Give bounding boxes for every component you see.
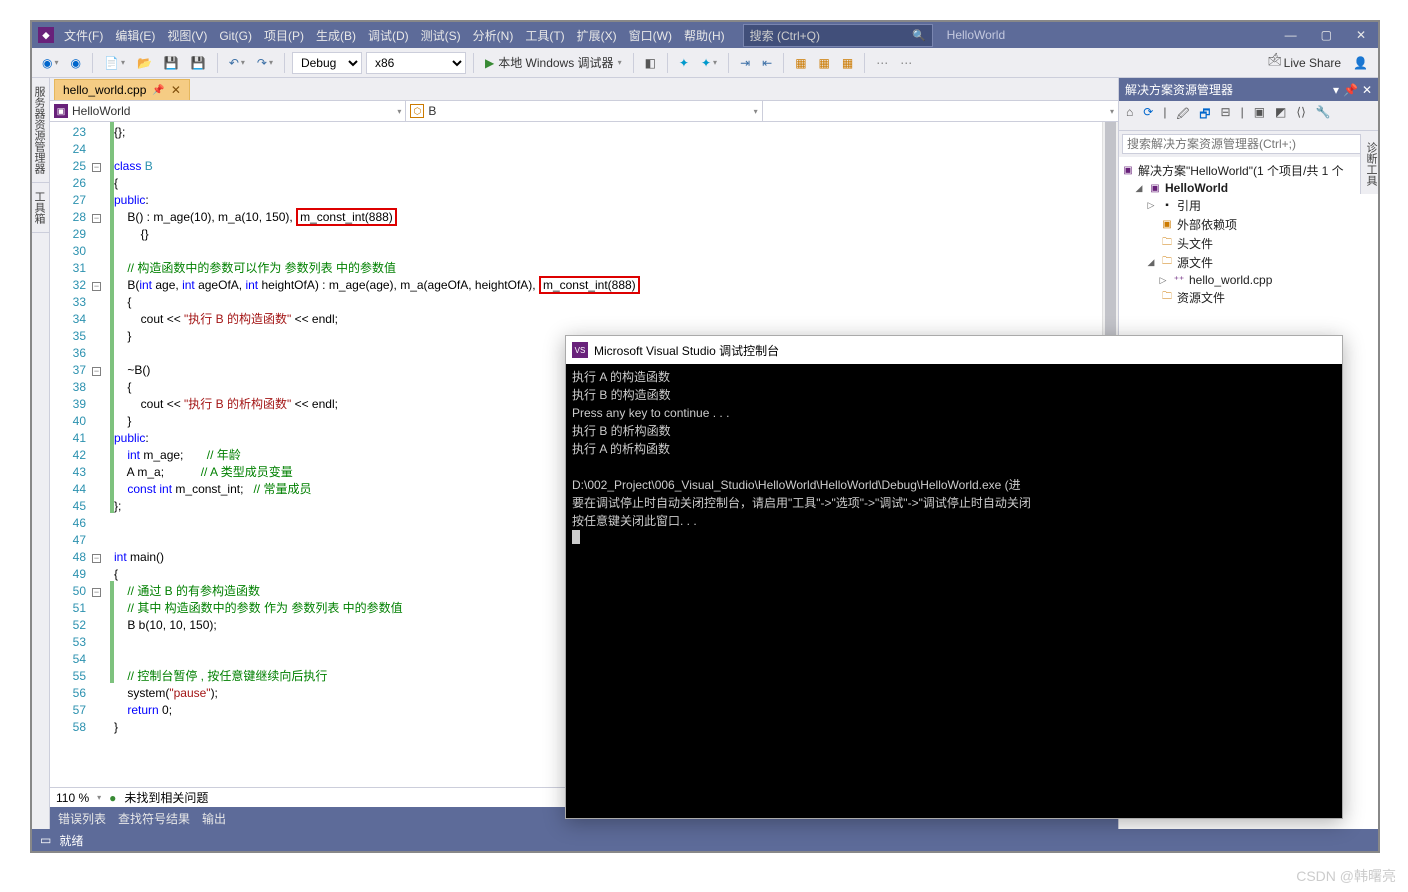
tb-e[interactable]: ◩ bbox=[1272, 104, 1289, 127]
tb-a[interactable]: 🖉 bbox=[1173, 104, 1192, 127]
tree-cpp-file[interactable]: ▷⁺⁺hello_world.cpp bbox=[1121, 272, 1376, 288]
search-icon: 🔍 bbox=[912, 29, 926, 42]
zoom-level[interactable]: 110 % bbox=[56, 791, 89, 805]
menu-item[interactable]: 生成(B) bbox=[310, 29, 362, 43]
side-tab[interactable]: 工具箱 bbox=[32, 183, 49, 233]
run-debugger-button[interactable]: ▶本地 Windows 调试器▾ bbox=[481, 52, 626, 73]
nav-fwd-button[interactable]: ◉ bbox=[67, 54, 85, 72]
console-output: 执行 A 的构造函数执行 B 的构造函数Press any key to con… bbox=[566, 364, 1342, 553]
console-title: Microsoft Visual Studio 调试控制台 bbox=[594, 342, 779, 359]
tb-icon-10[interactable]: ⋯ bbox=[896, 54, 916, 72]
menu-item[interactable]: 视图(V) bbox=[161, 29, 213, 43]
quick-search-box[interactable]: 搜索 (Ctrl+Q) 🔍 bbox=[743, 24, 933, 47]
tree-resources[interactable]: 🗀资源文件 bbox=[1121, 288, 1376, 307]
config-select[interactable]: Debug bbox=[292, 52, 362, 74]
tb-icon-5[interactable]: ⇤ bbox=[758, 54, 776, 72]
tb-icon-6[interactable]: ▦ bbox=[791, 54, 810, 72]
menu-item[interactable]: 扩展(X) bbox=[571, 29, 623, 43]
bottom-tab[interactable]: 输出 bbox=[202, 810, 226, 827]
new-project-button[interactable]: 📄▾ bbox=[100, 54, 129, 72]
tree-ext[interactable]: ▣外部依赖项 bbox=[1121, 215, 1376, 234]
menu-item[interactable]: Git(G) bbox=[213, 29, 258, 43]
side-tab[interactable]: 服务器资源管理器 bbox=[32, 78, 49, 183]
sync-icon[interactable]: ⟳ bbox=[1140, 104, 1156, 127]
solution-root[interactable]: ▣解决方案"HelloWorld"(1 个项目/共 1 个 bbox=[1121, 161, 1376, 180]
diag-tools-tab[interactable]: 诊断工具 bbox=[1361, 134, 1381, 194]
issues-ok-icon: ● bbox=[109, 791, 116, 805]
tree-ref[interactable]: ▷▪引用 bbox=[1121, 196, 1376, 215]
nav-class[interactable]: ⬡B▾ bbox=[406, 101, 762, 121]
nav-back-button[interactable]: ◉▾ bbox=[38, 54, 63, 72]
status-icon: ▭ bbox=[40, 833, 51, 847]
menu-item[interactable]: 分析(N) bbox=[467, 29, 520, 43]
menu-item[interactable]: 调试(D) bbox=[362, 29, 415, 43]
tb-icon-3[interactable]: ✦▾ bbox=[697, 54, 721, 72]
console-icon: VS bbox=[572, 342, 588, 358]
bottom-tab[interactable]: 查找符号结果 bbox=[118, 810, 190, 827]
maximize-button[interactable]: ▢ bbox=[1315, 26, 1338, 44]
minimize-button[interactable]: — bbox=[1279, 26, 1303, 44]
menu-item[interactable]: 编辑(E) bbox=[109, 29, 161, 43]
project-node[interactable]: ◢▣HelloWorld bbox=[1121, 180, 1376, 196]
tb-d[interactable]: ▣ bbox=[1251, 104, 1268, 127]
issues-text[interactable]: 未找到相关问题 bbox=[124, 789, 208, 806]
nav-breadcrumb: ▣HelloWorld▾ ⬡B▾ ▾ bbox=[50, 100, 1118, 122]
solution-explorer-title: 解决方案资源管理器 ▾📌✕ bbox=[1119, 78, 1378, 101]
panel-close-icon[interactable]: ✕ bbox=[1362, 83, 1372, 97]
nav-member[interactable]: ▾ bbox=[763, 101, 1118, 121]
tb-icon-4[interactable]: ⇥ bbox=[736, 54, 754, 72]
tb-icon-2[interactable]: ✦ bbox=[675, 54, 693, 72]
main-toolbar: ◉▾ ◉ 📄▾ 📂 💾 💾 ↶▾ ↷▾ Debug x86 ▶本地 Window… bbox=[32, 48, 1378, 78]
close-button[interactable]: ✕ bbox=[1350, 26, 1372, 44]
line-gutter: 2324252627282930313233343536373839404142… bbox=[50, 122, 92, 787]
menu-item[interactable]: 文件(F) bbox=[58, 29, 109, 43]
outline-column[interactable]: −−−−−− bbox=[92, 122, 110, 787]
home-icon[interactable]: ⌂ bbox=[1123, 104, 1136, 127]
tree-sources[interactable]: ◢🗀源文件 bbox=[1121, 253, 1376, 272]
tb-b[interactable]: 🗗 bbox=[1196, 104, 1213, 127]
debug-console-window[interactable]: VS Microsoft Visual Studio 调试控制台 执行 A 的构… bbox=[565, 335, 1343, 819]
nav-project[interactable]: ▣HelloWorld▾ bbox=[50, 101, 406, 121]
tb-c[interactable]: ⊟ bbox=[1218, 104, 1234, 127]
tb-f[interactable]: ⟨⟩ bbox=[1293, 104, 1308, 127]
tb-icon-1[interactable]: ◧ bbox=[641, 54, 660, 72]
file-tab-label: hello_world.cpp bbox=[63, 83, 146, 97]
console-title-bar[interactable]: VS Microsoft Visual Studio 调试控制台 bbox=[566, 336, 1342, 364]
tb-icon-9[interactable]: ⋯ bbox=[872, 54, 892, 72]
panel-autopin-icon[interactable]: 📌 bbox=[1343, 83, 1358, 97]
tree-headers[interactable]: 🗀头文件 bbox=[1121, 234, 1376, 253]
status-text: 就绪 bbox=[59, 832, 83, 849]
menu-item[interactable]: 项目(P) bbox=[258, 29, 310, 43]
tb-icon-8[interactable]: ▦ bbox=[838, 54, 857, 72]
bottom-tab[interactable]: 错误列表 bbox=[58, 810, 106, 827]
menu-item[interactable]: 测试(S) bbox=[415, 29, 467, 43]
tb-g[interactable]: 🔧 bbox=[1313, 104, 1334, 127]
status-bar: ▭ 就绪 bbox=[32, 829, 1378, 851]
menu-item[interactable]: 工具(T) bbox=[519, 29, 570, 43]
live-share-button[interactable]: 🖄 Live Share bbox=[1264, 50, 1345, 75]
account-button[interactable]: 👤 bbox=[1349, 54, 1372, 72]
menu-item[interactable]: 窗口(W) bbox=[623, 29, 678, 43]
undo-button[interactable]: ↶▾ bbox=[225, 54, 249, 72]
menu-item[interactable]: 帮助(H) bbox=[678, 29, 731, 43]
redo-button[interactable]: ↷▾ bbox=[253, 54, 277, 72]
solution-toolbar: ⌂ ⟳ | 🖉 🗗 ⊟ | ▣ ◩ ⟨⟩ 🔧 bbox=[1119, 101, 1378, 131]
watermark: CSDN @韩曙亮 bbox=[1296, 866, 1396, 886]
save-all-button[interactable]: 💾 bbox=[187, 54, 210, 72]
app-name: HelloWorld bbox=[947, 28, 1005, 42]
panel-pin-icon[interactable]: ▾ bbox=[1333, 83, 1339, 97]
tb-icon-7[interactable]: ▦ bbox=[815, 54, 834, 72]
open-button[interactable]: 📂 bbox=[133, 54, 156, 72]
document-tabs: hello_world.cpp 📌 ✕ bbox=[50, 78, 1118, 100]
vs-logo-icon: ◆ bbox=[38, 27, 54, 43]
solution-search-input[interactable] bbox=[1122, 134, 1375, 154]
title-bar: ◆ 文件(F)编辑(E)视图(V)Git(G)项目(P)生成(B)调试(D)测试… bbox=[32, 22, 1378, 48]
platform-select[interactable]: x86 bbox=[366, 52, 466, 74]
save-button[interactable]: 💾 bbox=[160, 54, 183, 72]
close-tab-icon[interactable]: ✕ bbox=[171, 83, 181, 97]
search-placeholder: 搜索 (Ctrl+Q) bbox=[750, 27, 820, 44]
file-tab-active[interactable]: hello_world.cpp 📌 ✕ bbox=[54, 79, 190, 100]
pin-icon[interactable]: 📌 bbox=[152, 85, 164, 96]
